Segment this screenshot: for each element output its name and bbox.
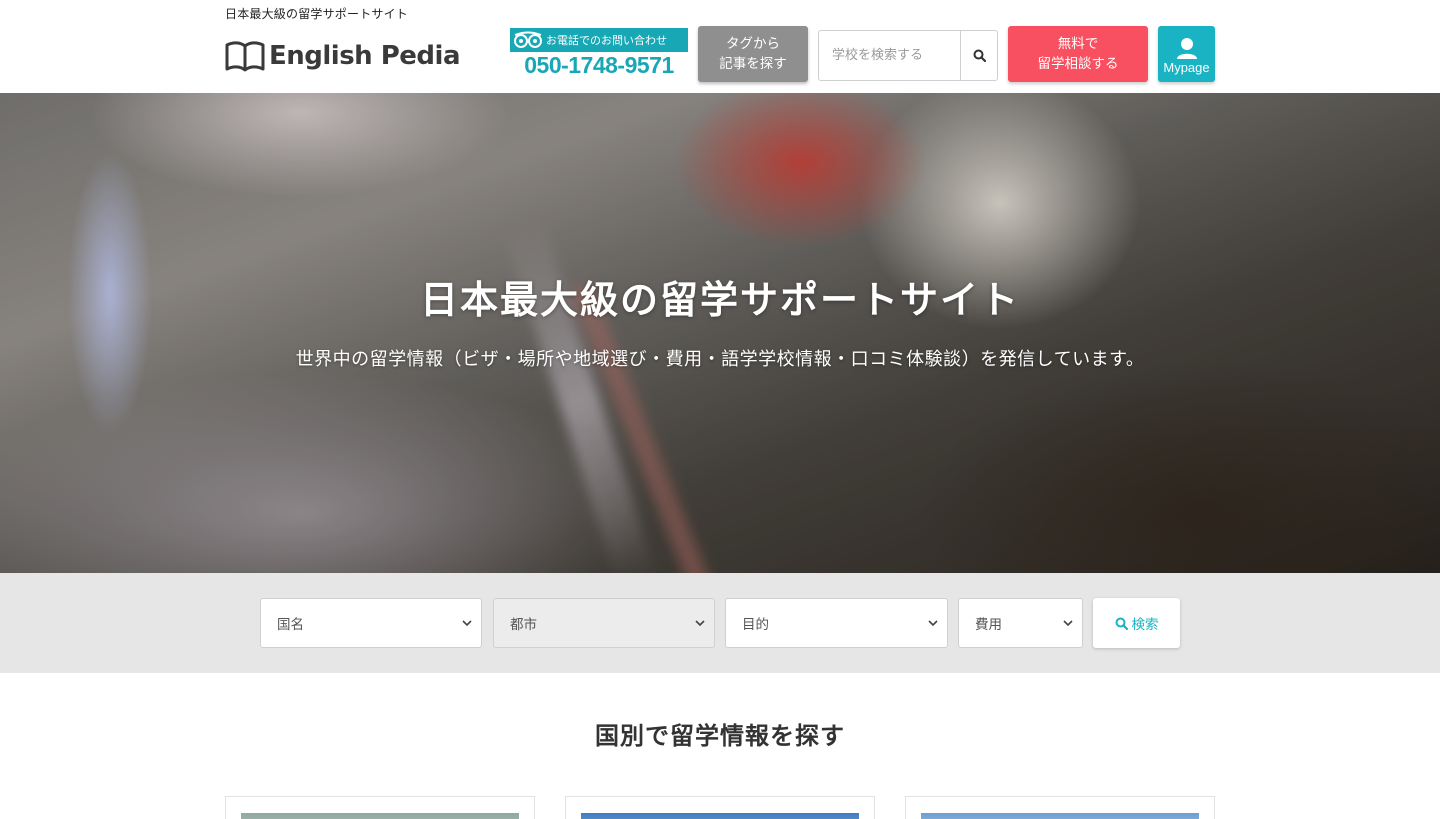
section-title: 国別で留学情報を探す bbox=[595, 722, 845, 750]
city-select-value: 都市 bbox=[510, 617, 537, 633]
chevron-down-icon bbox=[695, 620, 705, 627]
user-icon bbox=[1176, 38, 1197, 59]
purpose-select-value: 目的 bbox=[742, 617, 769, 633]
filter-search-label: 検索 bbox=[1131, 617, 1159, 633]
filter-bar: 国名 都市 目的 費用 検索 bbox=[0, 573, 1440, 673]
consult-button-line1: 無料で bbox=[1057, 36, 1099, 52]
country-card[interactable] bbox=[225, 796, 535, 819]
tag-button-line1: タグから bbox=[726, 36, 780, 52]
phone-number: 050-1748-9571 bbox=[524, 51, 674, 78]
country-card-image bbox=[581, 813, 859, 819]
mypage-button[interactable]: Mypage bbox=[1158, 26, 1215, 82]
chevron-down-icon bbox=[928, 620, 938, 627]
cost-select-value: 費用 bbox=[975, 617, 1002, 633]
chevron-down-icon bbox=[1063, 620, 1073, 627]
country-select[interactable]: 国名 bbox=[260, 598, 482, 648]
site-logo[interactable]: English Pedia bbox=[225, 38, 461, 74]
book-logo-icon bbox=[225, 41, 265, 72]
site-tagline: 日本最大級の留学サポートサイト bbox=[225, 7, 409, 21]
hero-banner: 日本最大級の留学サポートサイト 世界中の留学情報（ビザ・場所や地域選び・費用・語… bbox=[0, 93, 1440, 573]
city-select[interactable]: 都市 bbox=[493, 598, 715, 648]
site-header: 日本最大級の留学サポートサイト English Pedia お電話でのお問い合わ… bbox=[0, 0, 1440, 93]
school-search-input[interactable] bbox=[819, 31, 960, 80]
school-search bbox=[818, 30, 998, 81]
consult-button-line2: 留学相談する bbox=[1037, 56, 1119, 72]
country-card[interactable] bbox=[905, 796, 1215, 819]
tag-search-button[interactable]: タグから 記事を探す bbox=[698, 26, 808, 82]
country-select-value: 国名 bbox=[277, 617, 304, 633]
mypage-label: Mypage bbox=[1163, 60, 1210, 75]
free-dial-icon bbox=[510, 28, 546, 52]
chevron-down-icon bbox=[462, 620, 472, 627]
cost-select[interactable]: 費用 bbox=[958, 598, 1083, 648]
phone-contact[interactable]: お電話でのお問い合わせ 050-1748-9571 bbox=[510, 28, 688, 78]
country-card-image bbox=[921, 813, 1199, 819]
purpose-select[interactable]: 目的 bbox=[725, 598, 948, 648]
free-consult-button[interactable]: 無料で 留学相談する bbox=[1008, 26, 1148, 82]
search-submit-button[interactable] bbox=[960, 31, 997, 80]
hero-overlay bbox=[0, 93, 1440, 573]
hero-title: 日本最大級の留学サポートサイト bbox=[419, 278, 1020, 322]
country-card-image bbox=[241, 813, 519, 819]
logo-text: English Pedia bbox=[269, 41, 461, 71]
tag-button-line2: 記事を探す bbox=[719, 56, 787, 72]
filter-search-button[interactable]: 検索 bbox=[1093, 598, 1180, 648]
country-card[interactable] bbox=[565, 796, 875, 819]
phone-label: お電話でのお問い合わせ bbox=[546, 34, 667, 47]
hero-subtitle: 世界中の留学情報（ビザ・場所や地域選び・費用・語学学校情報・口コミ体験談）を発信… bbox=[295, 349, 1145, 370]
search-icon bbox=[973, 49, 986, 62]
search-icon bbox=[1115, 617, 1128, 630]
